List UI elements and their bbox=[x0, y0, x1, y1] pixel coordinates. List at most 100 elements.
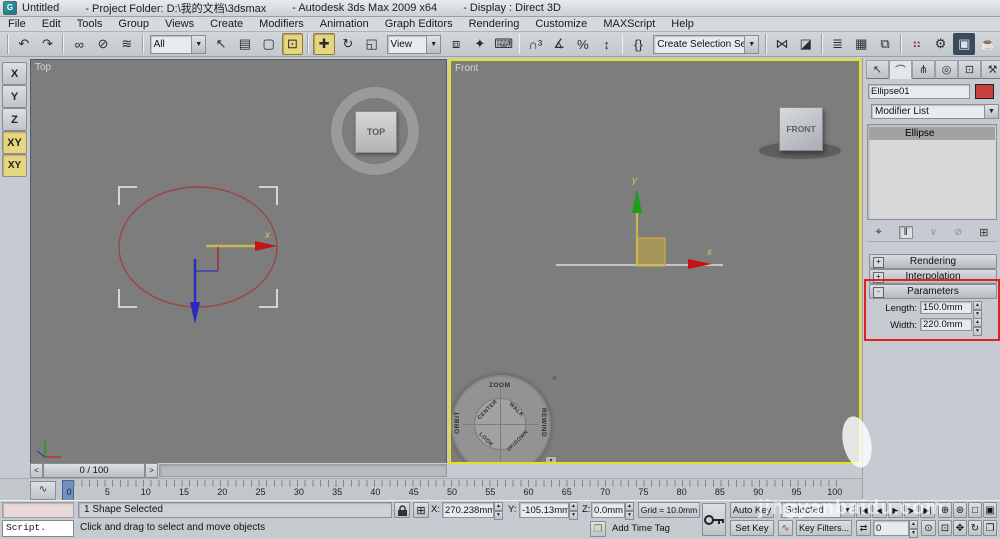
time-slider-handle[interactable]: 0 / 100 bbox=[43, 462, 145, 478]
length-spinner[interactable]: ▲ ▼ bbox=[973, 301, 982, 319]
undo-button[interactable]: ↶ bbox=[13, 33, 35, 55]
default-in-out-tangents-button[interactable]: ∿ bbox=[778, 520, 793, 536]
time-slider-track[interactable] bbox=[159, 463, 447, 477]
menu-edit[interactable]: Edit bbox=[34, 18, 69, 30]
zoom-extents-all-button[interactable]: ▣ bbox=[983, 502, 997, 518]
pan-button[interactable]: ✥ bbox=[953, 520, 967, 536]
unlink-selection-button[interactable]: ⊘ bbox=[92, 33, 114, 55]
key-mode-toggle[interactable]: ⇄ bbox=[856, 520, 871, 536]
bind-to-space-warp-button[interactable]: ≋ bbox=[116, 33, 138, 55]
modifier-list-dropdown[interactable]: Modifier List ▼ bbox=[871, 104, 999, 119]
redo-button[interactable]: ↷ bbox=[37, 33, 59, 55]
edit-named-selection-sets-button[interactable]: {} bbox=[627, 33, 649, 55]
align-button[interactable]: ◪ bbox=[795, 33, 817, 55]
menu-views[interactable]: Views bbox=[157, 18, 202, 30]
menu-maxscript[interactable]: MAXScript bbox=[595, 18, 663, 30]
tab-utilities[interactable]: ⚒ bbox=[981, 60, 1000, 79]
spinner-snap-toggle[interactable]: ↕ bbox=[596, 33, 618, 55]
wheel-orbit-wedge[interactable]: ORBIT bbox=[454, 411, 461, 434]
frame-spinner[interactable]: ▲ ▼ bbox=[909, 520, 918, 538]
time-configuration-button[interactable]: ⊙ bbox=[921, 520, 936, 536]
menu-rendering[interactable]: Rendering bbox=[461, 18, 528, 30]
wheel-close-icon[interactable]: × bbox=[552, 373, 557, 383]
length-field[interactable]: 150.0mm bbox=[920, 301, 972, 314]
time-slider-prev-button[interactable]: < bbox=[30, 462, 43, 478]
wheel-pan-wedge[interactable]: PAN bbox=[491, 462, 506, 464]
menu-create[interactable]: Create bbox=[202, 18, 251, 30]
chevron-down-icon[interactable]: ▼ bbox=[426, 35, 441, 53]
selection-lock-toggle[interactable] bbox=[394, 502, 410, 518]
select-and-scale-button[interactable]: ◱ bbox=[361, 33, 383, 55]
remove-modifier-button[interactable]: ⊘ bbox=[954, 227, 962, 238]
key-filters-button[interactable]: Key Filters... bbox=[796, 520, 852, 536]
curve-editor-button[interactable]: ▦ bbox=[850, 33, 872, 55]
menu-group[interactable]: Group bbox=[110, 18, 157, 30]
chevron-down-icon[interactable]: ▼ bbox=[840, 503, 854, 517]
y-coord-spinner[interactable]: ▲ ▼ bbox=[569, 502, 578, 520]
mirror-button[interactable]: ⋈ bbox=[771, 33, 793, 55]
viewcube-top-face[interactable]: TOP bbox=[355, 111, 397, 153]
snaps-toggle[interactable]: ∩³ bbox=[524, 33, 546, 55]
chevron-down-icon[interactable]: ▼ bbox=[744, 35, 759, 53]
set-key-button[interactable]: Set Key bbox=[730, 520, 774, 536]
restrict-plane-flyout-button[interactable]: XY bbox=[2, 154, 27, 177]
zoom-extents-button[interactable]: □ bbox=[968, 502, 982, 518]
rollout-interpolation[interactable]: + Interpolation bbox=[869, 269, 997, 284]
zoom-all-button[interactable]: ⊛ bbox=[953, 502, 967, 518]
cube-icon[interactable]: ❒ bbox=[590, 521, 606, 537]
viewport-front[interactable]: Front y x FRONT ZOOM REWIND ORBIT CENTER… bbox=[449, 59, 861, 464]
width-field[interactable]: 220.0mm bbox=[920, 318, 972, 331]
minus-icon[interactable]: - bbox=[873, 286, 884, 298]
z-coord-spinner[interactable]: ▲ ▼ bbox=[625, 502, 634, 520]
object-name-field[interactable]: Ellipse01 bbox=[868, 84, 970, 99]
zoom-button[interactable]: ⊕ bbox=[938, 502, 952, 518]
tab-hierarchy[interactable]: ⋔ bbox=[912, 60, 935, 79]
rectangular-selection-region-button[interactable]: ▢ bbox=[258, 33, 280, 55]
menu-tools[interactable]: Tools bbox=[69, 18, 111, 30]
select-and-move-button[interactable]: ✚ bbox=[313, 33, 335, 55]
keyboard-shortcut-override-toggle[interactable]: ⌨ bbox=[493, 33, 515, 55]
min-max-toggle-button[interactable]: ❐ bbox=[983, 520, 997, 536]
absolute-mode-transform-toggle[interactable]: ⊞ bbox=[413, 502, 429, 518]
modifier-stack-item-ellipse[interactable]: Ellipse bbox=[869, 127, 995, 140]
play-animation-button[interactable]: ▶ bbox=[888, 502, 903, 518]
go-to-end-button[interactable]: ▶| bbox=[920, 502, 935, 518]
go-to-start-button[interactable]: |◀ bbox=[856, 502, 871, 518]
rollout-parameters[interactable]: - Parameters bbox=[869, 284, 997, 299]
material-editor-button[interactable]: ⠶ bbox=[906, 33, 928, 55]
steering-wheel[interactable]: ZOOM REWIND PAN ORBIT CENTER WALK LOOK U… bbox=[451, 373, 557, 464]
object-color-swatch[interactable] bbox=[975, 84, 994, 99]
restrict-z-button[interactable]: Z bbox=[2, 108, 27, 131]
layer-manager-button[interactable]: ≣ bbox=[827, 33, 849, 55]
menu-modifiers[interactable]: Modifiers bbox=[251, 18, 312, 30]
configure-modifier-sets-button[interactable]: ⊞ bbox=[979, 226, 988, 239]
show-end-result-toggle[interactable]: ‖ bbox=[898, 226, 913, 239]
pin-stack-button[interactable]: ⌖ bbox=[875, 226, 881, 239]
viewcube-front-face[interactable]: FRONT bbox=[779, 107, 823, 151]
tab-display[interactable]: ⊡ bbox=[958, 60, 981, 79]
select-object-button[interactable]: ↖ bbox=[210, 33, 232, 55]
rollout-rendering[interactable]: + Rendering bbox=[869, 254, 997, 269]
x-coord-spinner[interactable]: ▲ ▼ bbox=[494, 502, 503, 520]
track-bar[interactable]: ∿ 0 5 10 15 20 25 30 35 40 45 50 55 60 6… bbox=[0, 478, 862, 502]
tab-create[interactable]: ↖ bbox=[866, 60, 889, 79]
wheel-rewind-wedge[interactable]: REWIND bbox=[540, 408, 547, 437]
modifier-stack[interactable]: Ellipse bbox=[867, 124, 997, 220]
tab-motion[interactable]: ◎ bbox=[935, 60, 958, 79]
plus-icon[interactable]: + bbox=[873, 271, 884, 283]
rendered-frame-window-button[interactable]: ▣ bbox=[953, 33, 976, 55]
wheel-menu-icon[interactable]: ▾ bbox=[545, 456, 557, 462]
y-coord-field[interactable]: -105.13mm bbox=[519, 502, 569, 518]
set-keys-button[interactable] bbox=[702, 503, 726, 536]
restrict-y-button[interactable]: Y bbox=[2, 85, 27, 108]
select-and-manipulate-button[interactable]: ✦ bbox=[469, 33, 491, 55]
menu-graph-editors[interactable]: Graph Editors bbox=[377, 18, 461, 30]
use-pivot-point-center-button[interactable]: ⧈ bbox=[445, 33, 467, 55]
width-spinner[interactable]: ▲ ▼ bbox=[973, 318, 982, 336]
select-by-name-button[interactable]: ▤ bbox=[234, 33, 256, 55]
selected-filter-dropdown[interactable]: Selected ▼ bbox=[781, 502, 855, 518]
angle-snap-toggle[interactable]: ∡ bbox=[548, 33, 570, 55]
maxscript-mini-listener[interactable]: Script. bbox=[2, 520, 74, 537]
schematic-view-button[interactable]: ⧉ bbox=[874, 33, 896, 55]
reference-coordinate-dropdown[interactable]: View ▼ bbox=[386, 34, 442, 54]
